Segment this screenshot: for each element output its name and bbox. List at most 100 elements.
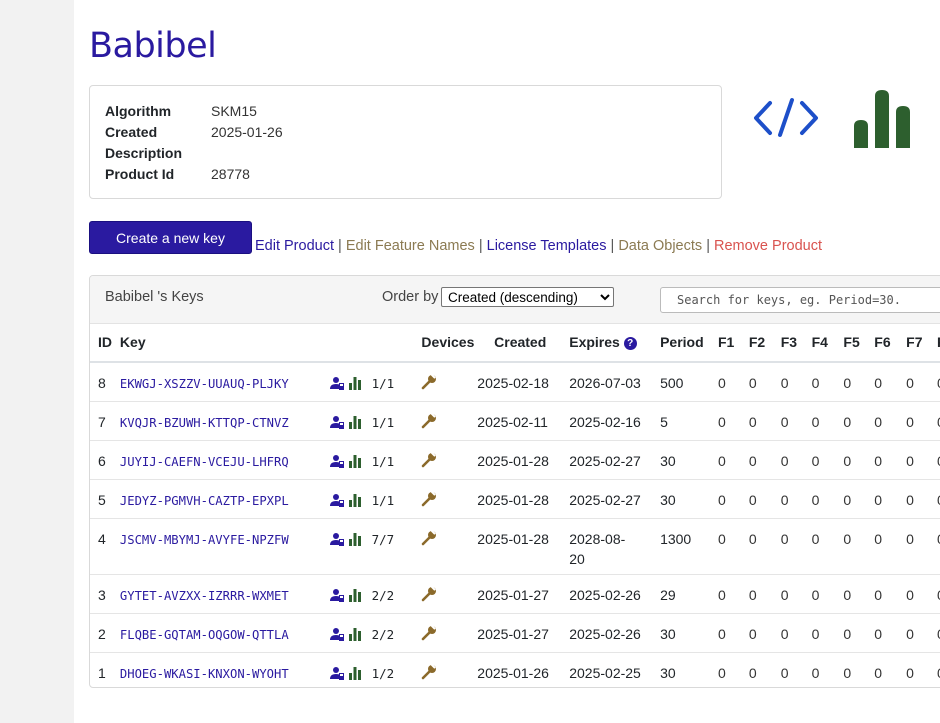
- wrench-icon[interactable]: [421, 585, 437, 602]
- period-cell: 5: [659, 400, 718, 440]
- feature-cell: 0: [717, 439, 749, 479]
- feature-cell: 0: [780, 573, 812, 613]
- feature-cell: 0: [906, 439, 938, 479]
- feature-flag: 0: [717, 586, 726, 603]
- user-key-icon[interactable]: [329, 625, 344, 641]
- feature-cell: 0: [748, 400, 781, 440]
- expires-cell: 2028-08- 20: [568, 517, 660, 574]
- order-by-select[interactable]: Created (descending): [441, 287, 614, 307]
- user-key-icon[interactable]: [329, 491, 344, 507]
- data-objects-link[interactable]: Data Objects: [618, 238, 702, 254]
- period-cell: 1300: [659, 517, 718, 574]
- expires-cell: 2026-07-03: [568, 362, 659, 401]
- license-key[interactable]: JEDYZ-PGMVH-CAZTP-EPXPL: [120, 494, 289, 508]
- feature-cell: 0: [780, 651, 812, 687]
- user-key-icon[interactable]: [329, 452, 344, 468]
- wrench-icon[interactable]: [421, 451, 437, 468]
- create-key-button[interactable]: Create a new key: [89, 221, 252, 254]
- feature-cell: 0: [874, 612, 907, 652]
- key-id: 6: [98, 452, 106, 469]
- col-header-f7: F7: [906, 323, 938, 363]
- feature-cell: 0: [811, 651, 844, 687]
- key-stats-icon[interactable]: [348, 625, 362, 641]
- feature-cell: 0: [906, 400, 938, 440]
- feature-flag: 0: [906, 586, 914, 603]
- col-header-expires: Expires ?: [568, 323, 660, 363]
- devices-count: 1/1: [371, 414, 395, 430]
- key-id: 2: [98, 625, 106, 642]
- wrench-icon[interactable]: [421, 490, 437, 507]
- feature-flag: 0: [843, 452, 852, 469]
- key-stats-icon[interactable]: [348, 491, 362, 507]
- license-templates-link[interactable]: License Templates: [487, 238, 607, 254]
- expires-cell: 2025-02-26: [568, 573, 660, 613]
- wrench-cell: [409, 651, 478, 687]
- devices-count: 2/2: [371, 587, 395, 603]
- expires-date: 2025-02-26: [569, 586, 641, 603]
- wrench-icon[interactable]: [421, 373, 437, 390]
- keys-panel-title: Babibel 's Keys: [105, 289, 204, 305]
- created-cell: 2025-01-28: [477, 439, 569, 479]
- license-key[interactable]: FLQBE-GQTAM-OQGOW-QTTLA: [120, 628, 289, 642]
- key-stats-icon[interactable]: [348, 530, 362, 546]
- key-stats-icon[interactable]: [348, 664, 362, 680]
- code-icon[interactable]: [752, 97, 820, 141]
- wrench-icon[interactable]: [421, 663, 437, 680]
- key-stats-icon[interactable]: [348, 452, 362, 468]
- created-date: 2025-01-28: [477, 452, 549, 469]
- license-key[interactable]: JUYIJ-CAEFN-VCEJU-LHFRQ: [120, 455, 289, 469]
- col-header-f5: F5: [843, 323, 875, 363]
- license-key[interactable]: JSCMV-MBYMJ-AVYFE-NPZFW: [120, 533, 289, 547]
- feature-cell: 0: [843, 478, 875, 518]
- key-id-cell: 7: [90, 400, 120, 440]
- devices-cell: 2/2: [371, 612, 410, 652]
- help-icon[interactable]: ?: [623, 337, 637, 350]
- key-id-cell: 5: [90, 478, 120, 518]
- remove-product-link[interactable]: Remove Product: [714, 238, 822, 254]
- bar-chart-icon[interactable]: [852, 90, 914, 150]
- key-stats-icon[interactable]: [348, 413, 362, 429]
- user-key-icon[interactable]: [329, 374, 344, 391]
- feature-flag: 0: [748, 530, 757, 547]
- wrench-cell: [409, 478, 478, 518]
- feature-cell: 0: [717, 478, 749, 518]
- created-cell: 2025-02-11: [477, 400, 569, 440]
- feature-flag: 0: [843, 413, 852, 430]
- key-id-cell: 3: [90, 573, 120, 613]
- feature-flag: 0: [780, 452, 789, 469]
- key-cell: JUYIJ-CAEFN-VCEJU-LHFRQ: [119, 439, 320, 479]
- feature-cell: 0: [906, 573, 938, 613]
- feature-cell: 0: [874, 651, 907, 687]
- user-key-icon[interactable]: [329, 530, 344, 546]
- key-search-input[interactable]: [660, 287, 940, 313]
- col-header-id: ID: [90, 323, 120, 363]
- wrench-icon[interactable]: [421, 624, 437, 641]
- wrench-icon[interactable]: [421, 412, 437, 429]
- user-key-icon[interactable]: [329, 586, 344, 602]
- feature-flag: 0: [906, 413, 914, 430]
- license-key[interactable]: GYTET-AVZXX-IZRRR-WXMET: [120, 589, 289, 603]
- created-cell: 2025-01-28: [477, 517, 569, 574]
- feature-flag: 0: [748, 413, 757, 430]
- license-key[interactable]: EKWGJ-XSZZV-UUAUQ-PLJKY: [120, 377, 289, 391]
- col-header-f4: F4: [811, 323, 844, 363]
- key-stats-icon[interactable]: [348, 374, 362, 391]
- feature-flag: 0: [717, 413, 726, 430]
- license-key[interactable]: KVQJR-BZUWH-KTTQP-CTNVZ: [120, 416, 289, 430]
- feature-cell: 0: [717, 612, 749, 652]
- wrench-icon[interactable]: [421, 529, 437, 546]
- feature-cell: 0: [748, 573, 781, 613]
- feature-cell: 0: [843, 517, 875, 574]
- feature-flag: 0: [780, 530, 789, 547]
- feature-cell: 0: [780, 478, 812, 518]
- key-stats-icon[interactable]: [348, 586, 362, 602]
- feature-flag: 0: [906, 664, 914, 681]
- edit-feature-names-link[interactable]: Edit Feature Names: [346, 238, 475, 254]
- key-id: 1: [98, 664, 106, 681]
- license-key[interactable]: DHOEG-WKASI-KNXON-WYOHT: [120, 667, 289, 681]
- edit-product-link[interactable]: Edit Product: [255, 238, 334, 254]
- user-key-icon[interactable]: [329, 664, 344, 680]
- expires-date: 2025-02-16: [569, 413, 641, 430]
- feature-cell: 0: [843, 439, 875, 479]
- user-key-icon[interactable]: [329, 413, 344, 429]
